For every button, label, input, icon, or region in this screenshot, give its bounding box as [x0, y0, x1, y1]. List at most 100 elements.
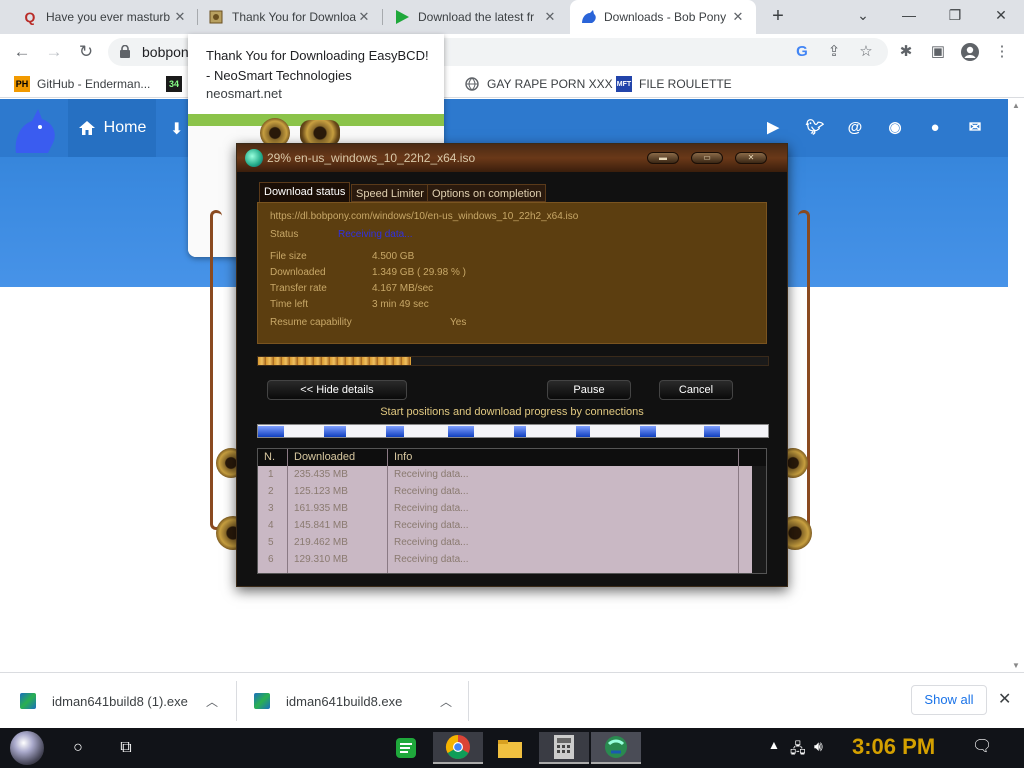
- scroll-up-arrow[interactable]: ▲: [1012, 101, 1020, 110]
- connection-segment: [386, 426, 404, 437]
- network-icon[interactable]: 🖧︎: [790, 738, 806, 762]
- reload-button[interactable]: ↻: [74, 40, 98, 64]
- close-icon[interactable]: ✕: [172, 9, 188, 25]
- youtube-icon[interactable]: ▶: [762, 117, 784, 139]
- tab-download-latest[interactable]: Download the latest fr ✕: [384, 0, 568, 34]
- show-hidden-icons-icon[interactable]: ▲: [768, 738, 780, 752]
- column-header-downloaded[interactable]: Downloaded: [294, 451, 355, 463]
- tab-neosmart[interactable]: Thank You for Downloa ✕: [198, 0, 382, 34]
- status-value: Receiving data...: [338, 229, 413, 240]
- bookmark-34[interactable]: 34: [166, 75, 189, 93]
- transfer-rate-value: 4.167 MB/sec: [372, 283, 434, 294]
- connection-segment: [258, 426, 284, 437]
- tab-speed-limiter[interactable]: Speed Limiter: [351, 184, 429, 202]
- bob-pony-icon: [580, 9, 596, 25]
- tab-downloads-bob-pony[interactable]: Downloads - Bob Pony ✕: [570, 0, 756, 34]
- download-progress-fill: [258, 357, 411, 365]
- bookmark-star-icon[interactable]: ☆: [854, 40, 878, 64]
- lock-icon[interactable]: [120, 45, 130, 58]
- cancel-button[interactable]: Cancel: [659, 380, 733, 400]
- pause-button[interactable]: Pause: [547, 380, 631, 400]
- close-icon[interactable]: ✕: [998, 689, 1011, 709]
- nav-home[interactable]: Home: [68, 99, 156, 157]
- close-icon[interactable]: ✕: [542, 9, 558, 25]
- new-tab-button[interactable]: +: [768, 5, 788, 29]
- tab-search-icon[interactable]: ⌄: [848, 4, 878, 28]
- close-button[interactable]: ✕: [735, 152, 767, 164]
- cell-downloaded: 161.935 MB: [294, 503, 348, 514]
- download-item[interactable]: idman641build8 (1).exe: [20, 685, 188, 717]
- minimize-button[interactable]: ▬: [647, 152, 679, 164]
- bookmark-label: GAY RAPE PORN XXX: [487, 77, 613, 91]
- table-row[interactable]: 6 129.310 MB Receiving data...: [258, 552, 748, 569]
- mastodon-icon[interactable]: @: [844, 117, 866, 139]
- table-row[interactable]: 5 219.462 MB Receiving data...: [258, 535, 748, 552]
- forward-button[interactable]: →: [42, 40, 66, 64]
- side-panel-icon[interactable]: ▣: [926, 40, 950, 64]
- windows-taskbar: ○ ⧉ ▲ 🖧︎ 🔊︎ 3:06 PM 🗨︎: [0, 728, 1024, 768]
- bookmark-label: GitHub - Enderman...: [37, 77, 151, 91]
- bookmark-github[interactable]: PH GitHub - Enderman...: [14, 75, 150, 93]
- file-explorer-icon[interactable]: [496, 734, 524, 762]
- profile-icon[interactable]: [958, 40, 982, 64]
- share-icon[interactable]: ⇪: [822, 40, 846, 64]
- close-icon[interactable]: ✕: [730, 9, 746, 25]
- google-icon[interactable]: G: [790, 40, 814, 64]
- maximize-button[interactable]: ▭: [691, 152, 723, 164]
- bookmark-gay[interactable]: GAY RAPE PORN XXX: [464, 75, 613, 93]
- clock[interactable]: 3:06 PM: [852, 734, 935, 760]
- start-button[interactable]: [10, 731, 44, 765]
- scroll-down-arrow[interactable]: ▼: [1012, 661, 1020, 670]
- chevron-up-icon[interactable]: ︿: [206, 693, 218, 710]
- table-row[interactable]: 2 125.123 MB Receiving data...: [258, 484, 748, 501]
- idm-titlebar[interactable]: 29% en-us_windows_10_22h2_x64.iso ▬ ▭ ✕: [237, 144, 787, 172]
- greenshot-app-icon[interactable]: [392, 734, 420, 762]
- connections-table-header: N. Downloaded Info: [258, 449, 766, 466]
- discord-icon[interactable]: ◉: [884, 117, 906, 139]
- download-item[interactable]: idman641build8.exe: [254, 685, 402, 717]
- idm-globe-icon: [245, 149, 263, 167]
- close-icon[interactable]: ✕: [356, 9, 372, 25]
- github-icon[interactable]: ●: [924, 117, 946, 139]
- column-header-n[interactable]: N.: [264, 451, 275, 463]
- restore-button[interactable]: ❐: [940, 4, 970, 28]
- back-button[interactable]: ←: [10, 40, 34, 64]
- idm-installer-icon: [254, 693, 270, 709]
- connections-scrollbar[interactable]: [752, 466, 766, 573]
- chevron-up-icon[interactable]: ︿: [440, 693, 452, 710]
- table-row[interactable]: 1 235.435 MB Receiving data...: [258, 467, 748, 484]
- close-window-button[interactable]: ✕: [986, 4, 1016, 28]
- nav-home-label: Home: [103, 119, 147, 136]
- mft-icon: MFT: [616, 76, 632, 92]
- chrome-app-icon[interactable]: [433, 732, 483, 764]
- calculator-app-icon[interactable]: [539, 732, 589, 764]
- hide-details-button[interactable]: << Hide details: [267, 380, 407, 400]
- page-scrollbar[interactable]: ▲ ▼: [1008, 99, 1024, 672]
- show-all-button[interactable]: Show all: [911, 685, 987, 715]
- volume-icon[interactable]: 🔊︎: [814, 738, 823, 755]
- tab-download-status[interactable]: Download status: [259, 182, 351, 202]
- download-separator: [468, 681, 469, 721]
- mail-icon[interactable]: ✉: [964, 117, 986, 139]
- table-row[interactable]: 4 145.841 MB Receiving data...: [258, 518, 748, 535]
- idm-title: 29% en-us_windows_10_22h2_x64.iso: [267, 151, 476, 165]
- tab-quora[interactable]: Q Have you ever masturb ✕: [12, 0, 198, 34]
- extensions-icon[interactable]: ✱: [894, 40, 918, 64]
- bookmark-file-roulette[interactable]: MFT FILE ROULETTE: [616, 75, 732, 93]
- twitter-icon[interactable]: 🐦︎: [804, 117, 826, 139]
- download-icon[interactable]: ⬇: [170, 119, 183, 139]
- neosmart-icon: [208, 9, 224, 25]
- menu-icon[interactable]: ⋮: [990, 40, 1014, 64]
- minimize-button[interactable]: —: [894, 4, 924, 28]
- table-row[interactable]: 3 161.935 MB Receiving data...: [258, 501, 748, 518]
- search-icon[interactable]: ○: [64, 734, 92, 762]
- cell-downloaded: 129.310 MB: [294, 554, 348, 565]
- notification-center-icon[interactable]: 🗨︎: [972, 736, 992, 756]
- bob-pony-logo[interactable]: [10, 105, 62, 157]
- column-header-info[interactable]: Info: [394, 451, 412, 463]
- ph-icon: PH: [14, 76, 30, 92]
- idm-app-icon[interactable]: [591, 732, 641, 764]
- tab-options-on-completion[interactable]: Options on completion: [427, 184, 547, 202]
- downloaded-value: 1.349 GB ( 29.98 % ): [372, 267, 466, 278]
- task-view-icon[interactable]: ⧉: [112, 734, 140, 762]
